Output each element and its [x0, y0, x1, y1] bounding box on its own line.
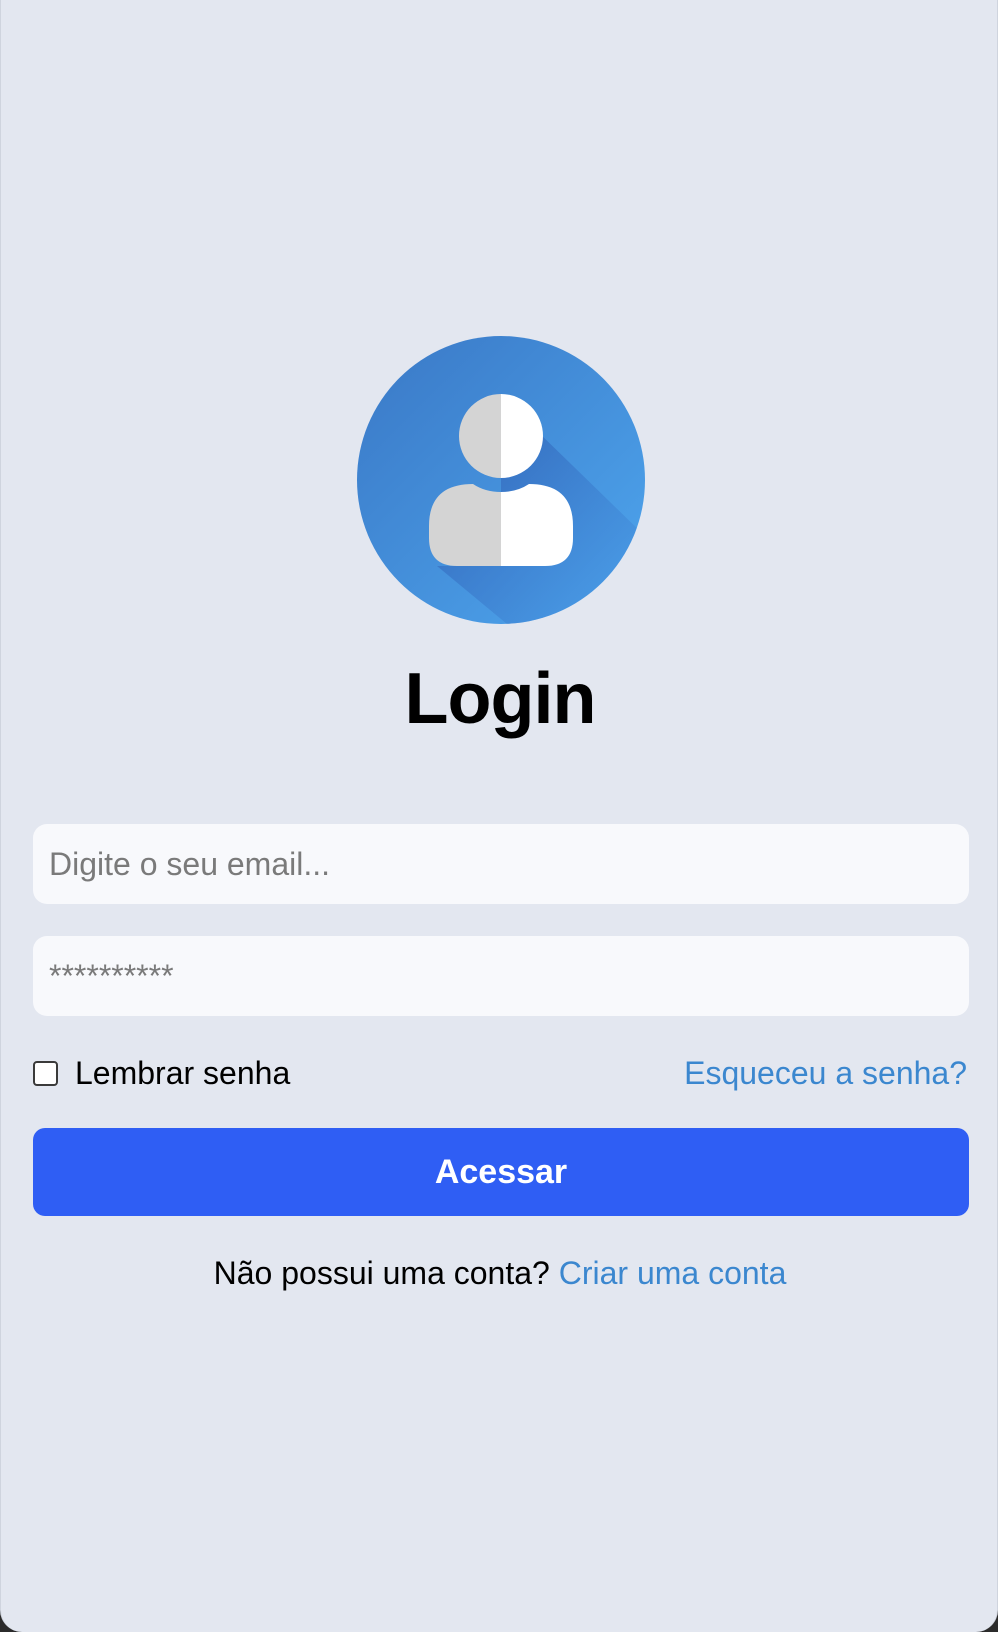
page-title: Login: [404, 659, 597, 739]
remember-checkbox[interactable]: [33, 1060, 58, 1086]
user-avatar-icon: [357, 336, 645, 624]
password-input[interactable]: [33, 936, 969, 1016]
remember-row: Lembrar senha: [33, 1052, 290, 1094]
email-input[interactable]: [33, 824, 969, 904]
signup-row: Não possui uma conta? Criar uma conta: [1, 1252, 998, 1294]
signup-prompt: Não possui uma conta?: [213, 1255, 559, 1291]
remember-label[interactable]: Lembrar senha: [75, 1055, 290, 1092]
submit-button[interactable]: Acessar: [33, 1128, 969, 1216]
login-screen: Login Lembrar senha Esqueceu a senha? Ac…: [0, 0, 998, 1632]
forgot-password-link[interactable]: Esqueceu a senha?: [684, 1052, 967, 1094]
signup-link[interactable]: Criar uma conta: [559, 1255, 787, 1291]
